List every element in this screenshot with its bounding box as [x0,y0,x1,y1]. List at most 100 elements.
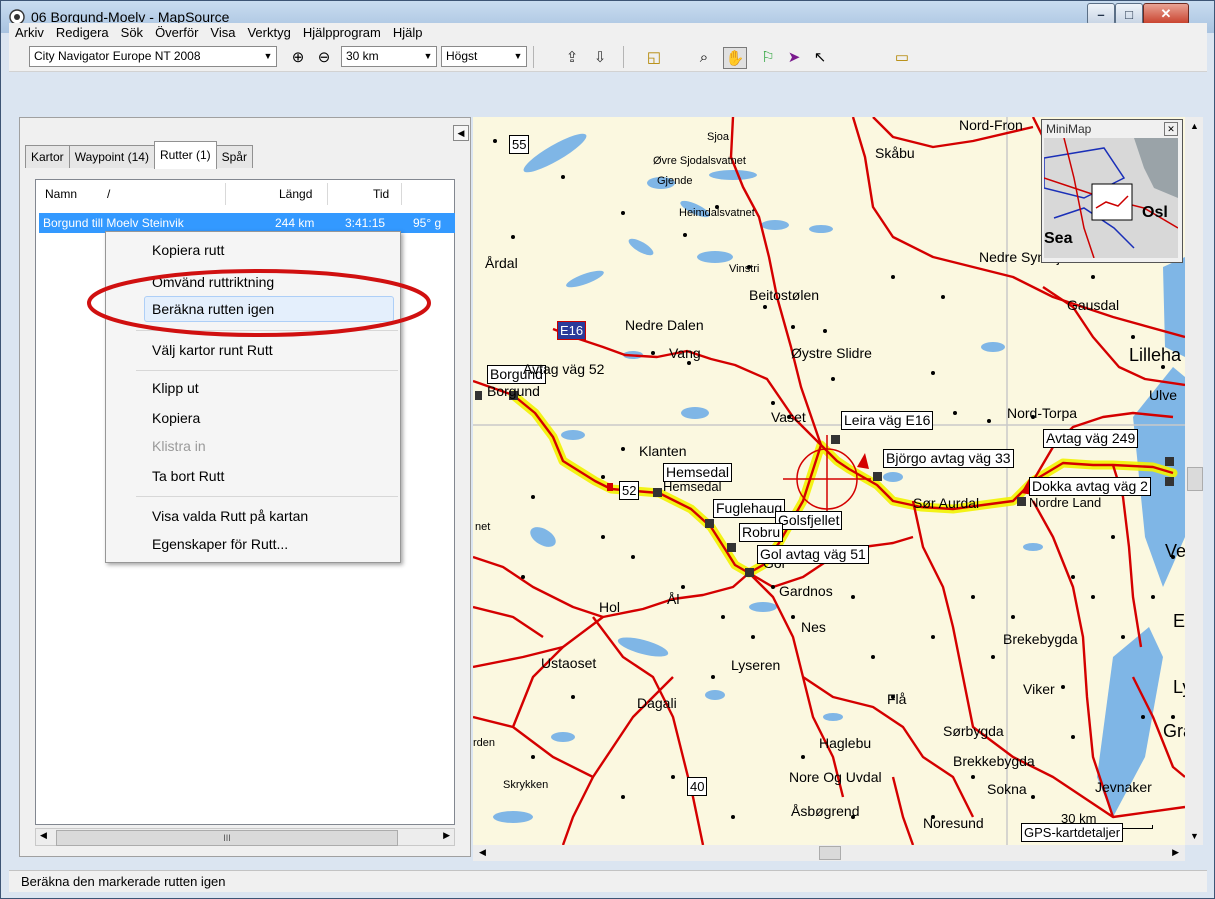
column-header-time[interactable]: Tid [373,187,389,201]
map-label: Lyseren [731,657,781,673]
route-flag [607,483,613,491]
menu-item-copy[interactable]: Kopiera [152,408,200,428]
menu-item-cut[interactable]: Klipp ut [152,378,199,398]
map-label: Vinstri [729,263,760,275]
menu-visa[interactable]: Visa [204,23,241,43]
waypoint-label[interactable]: Gol avtag väg 51 [757,545,869,564]
map-label: Heimdalsvatnet [679,207,755,219]
tab-kartor[interactable]: Kartor [25,145,70,168]
route-tool-icon[interactable]: ➤ [783,47,805,67]
waypoint-label[interactable]: Robru [739,523,784,542]
tab-waypoint[interactable]: Waypoint (14) [68,145,155,168]
waypoint-label[interactable]: Björgo avtag väg 33 [883,449,1014,468]
map-label: Brekkebygda [953,753,1035,769]
menu-hjalpprogram[interactable]: Hjälpprogram [297,23,387,43]
selection-tool-icon[interactable]: ↖ [809,47,831,67]
map-label: net [475,521,491,533]
waypoint-label[interactable]: Dokka avtag väg 2 [1029,477,1151,496]
map-label: Ve [1165,541,1185,561]
map-label: Sør Aurdal [913,495,980,511]
scale-select[interactable]: 30 km ▼ [341,46,437,67]
map-label: Klanten [639,443,687,459]
toolbar-separator [623,46,624,68]
application-window: 06 Borgund-Moelv - MapSource – □ ✕ Arkiv… [0,0,1215,899]
menu-sok[interactable]: Sök [115,23,149,43]
receive-from-device-icon[interactable]: ⇩ [589,47,611,67]
close-icon[interactable]: ✕ [1164,122,1178,136]
minimap-title: MiniMap [1046,122,1092,136]
scroll-thumb[interactable]: III [56,830,398,846]
map-label: Skrykken [503,779,549,791]
map-label: Lilleha [1129,345,1182,365]
map-horizontal-scrollbar[interactable]: ◀ ▶ [473,845,1185,861]
scroll-up-icon[interactable]: ▲ [1190,121,1199,131]
toolbar: City Navigator Europe NT 2008 ▼ ⊕ ⊖ 30 k… [9,43,1207,72]
waypoint-label[interactable]: Leira väg E16 [841,411,934,430]
map-tool-icon[interactable]: ◱ [643,47,665,67]
zoom-tool-icon[interactable]: ⌕ [693,47,715,67]
scale-value: 30 km [346,49,379,63]
column-header-length[interactable]: Längd [279,187,312,201]
minimize-button[interactable]: – [1087,3,1115,25]
tab-rutter[interactable]: Rutter (1) [153,141,217,169]
close-button[interactable]: ✕ [1143,3,1189,25]
map-vertical-scrollbar[interactable]: ▲ ▼ [1185,117,1203,845]
map-label: Ly [1173,677,1185,697]
map-label: Jevnaker [1095,779,1152,795]
minimap-panel[interactable]: MiniMap ✕ Sea Osl [1041,119,1183,263]
zoom-out-icon[interactable]: ⊖ [313,47,335,67]
map-label: Vang [669,345,701,361]
send-to-device-icon[interactable]: ⇪ [561,47,583,67]
menu-redigera[interactable]: Redigera [50,23,115,43]
scroll-right-icon[interactable]: ▶ [443,830,450,841]
route-extra: 95° g [413,216,442,230]
zoom-in-icon[interactable]: ⊕ [287,47,309,67]
menu-item-paste[interactable]: Klistra in [152,436,206,456]
scroll-right-icon[interactable]: ▶ [1172,847,1179,858]
tab-spar[interactable]: Spår [215,145,253,168]
status-text: Beräkna den markerade rutten igen [21,874,226,889]
chevron-down-icon: ▼ [263,51,273,61]
column-divider [327,183,328,205]
list-horizontal-scrollbar[interactable]: ◀ III ▶ [35,828,455,846]
map-label: Nordre Land [1029,495,1102,510]
maximize-button[interactable]: □ [1115,3,1143,25]
collapse-panel-icon[interactable]: ◀ [453,125,469,141]
menu-item-copy-route[interactable]: Kopiera rutt [152,240,224,260]
hand-tool-icon[interactable]: ✋ [723,47,747,69]
map-label: Viker [1023,681,1055,697]
map-label: Årdal [485,255,518,271]
menu-item-properties[interactable]: Egenskaper för Rutt... [152,534,288,554]
menu-overfor[interactable]: Överför [149,23,204,43]
map-label: Gausdal [1067,297,1120,313]
waypoint-label[interactable]: Avtag väg 249 [1043,429,1139,448]
scroll-thumb[interactable] [1187,467,1203,491]
table-row[interactable]: Borgund till Moelv Steinvik 244 km 3:41:… [39,213,455,233]
map-product-select[interactable]: City Navigator Europe NT 2008 ▼ [29,46,277,67]
menu-hjalp[interactable]: Hjälp [387,23,429,43]
waypoint-label[interactable]: Avtag väg 52 [521,361,606,378]
map-label: Dagali [637,695,677,711]
column-header-name[interactable]: Namn [45,187,77,201]
waypoint-tool-icon[interactable]: ⚐ [757,47,779,67]
detail-select[interactable]: Högst ▼ [441,46,527,67]
waypoint-label[interactable]: Golsfjellet [775,511,843,530]
map-label: Nes [801,619,826,635]
menu-arkiv[interactable]: Arkiv [9,23,50,43]
map-label: Nord-Torpa [1007,405,1078,421]
scroll-down-icon[interactable]: ▼ [1190,831,1199,841]
chevron-down-icon: ▼ [423,51,433,61]
menu-item-select-maps[interactable]: Välj kartor runt Rutt [152,340,273,360]
road-shield-55: 55 [509,135,530,154]
scroll-left-icon[interactable]: ◀ [479,847,486,858]
scroll-left-icon[interactable]: ◀ [40,830,47,841]
map-label: Øvre Sjodalsvatnet [653,155,746,167]
distance-tool-icon[interactable]: ▭ [891,47,913,67]
menu-bar: Arkiv Redigera Sök Överför Visa Verktyg … [9,23,1207,43]
menu-item-show-on-map[interactable]: Visa valda Rutt på kartan [152,506,308,526]
column-divider [401,183,402,205]
menu-item-delete-route[interactable]: Ta bort Rutt [152,466,224,486]
map-label: Nore Og Uvdal [789,769,882,785]
menu-verktyg[interactable]: Verktyg [241,23,296,43]
scroll-thumb[interactable] [819,846,841,860]
